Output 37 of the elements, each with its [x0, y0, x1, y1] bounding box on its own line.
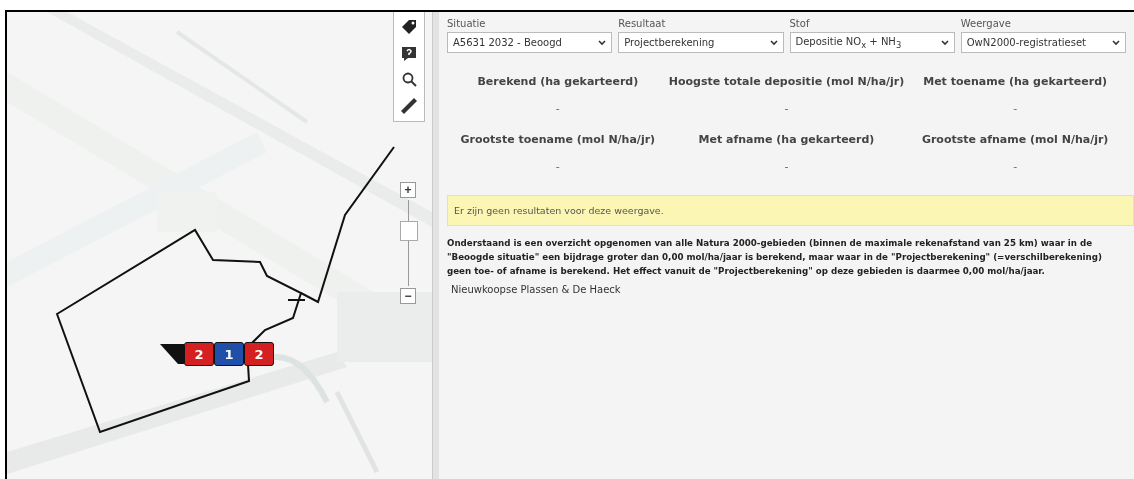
- chevron-down-icon: [1112, 39, 1120, 46]
- stat-title: Met toename (ha gekarteerd): [923, 75, 1108, 88]
- filter-label: Resultaat: [618, 18, 667, 29]
- zoom-in-button[interactable]: +: [400, 182, 416, 198]
- tag-icon[interactable]: [400, 18, 418, 36]
- stat-title: Hoogste totale depositie (mol N/ha/jr): [668, 75, 905, 88]
- dropdown[interactable]: Depositie NO$_{x}$ + NH$_{3}$: [789, 32, 955, 53]
- stat-value: -: [555, 160, 560, 173]
- stat-title: Berekend (ha gekarteerd): [477, 75, 639, 88]
- stat-value: -: [784, 102, 789, 115]
- stat-title: Met afname (ha gekarteerd): [698, 133, 875, 146]
- zoom-out-button[interactable]: −: [400, 288, 416, 304]
- notice: Er zijn geen resultaten voor deze weergave.: [447, 195, 1134, 226]
- dropdown[interactable]: Projectberekening: [618, 32, 784, 53]
- source-marker[interactable]: 2: [244, 342, 274, 366]
- stat-value: -: [1013, 160, 1018, 173]
- explanation-text: Onderstaand is een overzicht opgenomen van alle Natura 2000-gebieden (binnen de maximale rekenafstand van 25 km) waar in de "Beoogde situatie" een bijdrage groter dan 0,00 mol/ha/jaar is berekend, maar waar in de "Projectberekening" (=verschilberekening) geen toe- of afname is berekend. Het effect vanuit de "Projectberekening" op deze gebieden is daarmee 0,00 mol/ha/jaar.: [447, 237, 1103, 278]
- chevron-down-icon: [769, 39, 778, 46]
- area-item: Nieuwkoopse Plassen & De Haeck: [450, 284, 622, 295]
- ruler-icon[interactable]: [400, 97, 418, 115]
- stat-title: Grootste toename (mol N/ha/jr): [460, 133, 656, 146]
- help-icon[interactable]: [401, 46, 417, 62]
- filter-label: Weergave: [960, 18, 1012, 29]
- stat-value: -: [1013, 102, 1018, 115]
- chevron-down-icon: [598, 39, 607, 46]
- marker-tail-icon: [160, 342, 184, 366]
- source-marker[interactable]: 1: [214, 342, 244, 366]
- stat-value: -: [784, 160, 789, 173]
- stat-title: Grootste afname (mol N/ha/jr): [921, 133, 1109, 146]
- dropdown[interactable]: A5631 2032 - Beoogd: [447, 32, 613, 53]
- filter-label: Stof: [789, 18, 811, 29]
- search-icon[interactable]: [401, 72, 417, 87]
- chevron-down-icon: [940, 39, 949, 46]
- stat-value: -: [555, 102, 560, 115]
- dropdown[interactable]: OwN2000-registratieset: [960, 32, 1126, 53]
- source-marker[interactable]: 2: [184, 342, 214, 366]
- filter-label: Situatie: [447, 18, 487, 29]
